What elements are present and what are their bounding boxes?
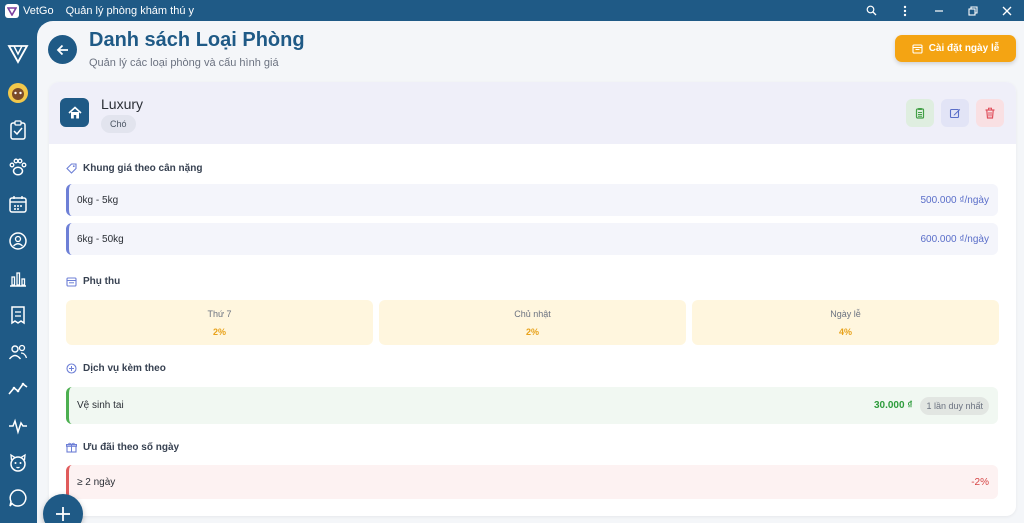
chat-icon[interactable] xyxy=(6,486,30,510)
sidebar-home-logo-icon[interactable] xyxy=(6,41,30,65)
holiday-settings-label: Cài đặt ngày lễ xyxy=(928,43,1000,54)
app-logo-icon xyxy=(5,3,19,18)
surcharge-label: Chủ nhật xyxy=(514,308,551,319)
weight-price: 500.000 ₫/ngày xyxy=(920,194,989,206)
weight-price-row: 6kg - 50kg 600.000 ₫/ngày xyxy=(66,223,998,255)
discount-value: -2% xyxy=(971,476,989,488)
room-type-card: Luxury Chó Khung giá theo cân nặng 0kg -… xyxy=(49,82,1016,516)
page-title: Danh sách Loại Phòng xyxy=(89,29,305,51)
home-icon xyxy=(60,98,89,127)
weight-range: 6kg - 50kg xyxy=(77,233,124,245)
users-icon[interactable] xyxy=(6,340,30,364)
service-price: 30.000 ₫ xyxy=(873,400,913,411)
window-subtitle: Quản lý phòng khám thú y xyxy=(65,4,194,17)
section-services: Dịch vụ kèm theo xyxy=(66,363,166,374)
more-menu-icon[interactable] xyxy=(888,0,922,21)
surcharge-value: 4% xyxy=(838,326,852,337)
surcharge-label: Ngày lễ xyxy=(830,308,861,319)
discount-row: ≥ 2 ngày -2% xyxy=(66,465,998,499)
plus-circle-icon xyxy=(66,363,77,374)
discount-condition: ≥ 2 ngày xyxy=(77,476,116,488)
section-discounts: Ưu đãi theo số ngày xyxy=(66,442,179,453)
calendar-icon xyxy=(912,44,923,54)
back-button[interactable] xyxy=(48,35,77,64)
receipt-icon[interactable] xyxy=(6,303,30,327)
delete-button[interactable] xyxy=(976,99,1004,127)
section-discounts-title: Ưu đãi theo số ngày xyxy=(83,442,180,453)
surcharge-value: 2% xyxy=(212,326,226,337)
clipboard-check-icon[interactable] xyxy=(6,118,30,142)
edit-icon xyxy=(949,108,961,119)
weight-price-row: 0kg - 5kg 500.000 ₫/ngày xyxy=(66,184,998,216)
app-name: VetGo xyxy=(23,4,54,17)
edit-button[interactable] xyxy=(941,99,969,127)
surcharge-card-saturday: Thứ 7 2% xyxy=(66,300,373,345)
minimize-icon[interactable] xyxy=(922,0,956,21)
section-weight-pricing-title: Khung giá theo cân nặng xyxy=(83,163,203,174)
sidebar xyxy=(0,21,37,523)
calendar-icon[interactable] xyxy=(6,192,30,216)
section-surcharge-title: Phụ thu xyxy=(83,276,121,287)
pet-face-icon[interactable] xyxy=(6,451,30,475)
title-bar: VetGo Quản lý phòng khám thú y xyxy=(0,0,1024,21)
clipboard-icon xyxy=(915,108,925,119)
holiday-settings-button[interactable]: Cài đặt ngày lễ xyxy=(895,35,1016,62)
calendar-icon xyxy=(66,277,77,287)
trash-icon xyxy=(985,107,995,119)
weight-range: 0kg - 5kg xyxy=(77,194,119,206)
copy-button[interactable] xyxy=(906,99,934,127)
paw-icon[interactable] xyxy=(6,155,30,179)
arrow-left-icon xyxy=(56,44,68,55)
section-weight-pricing: Khung giá theo cân nặng xyxy=(66,163,202,174)
trend-line-icon[interactable] xyxy=(6,377,30,401)
restore-icon[interactable] xyxy=(956,0,990,21)
close-icon[interactable] xyxy=(990,0,1024,21)
avatar[interactable] xyxy=(6,81,30,105)
main-content: Danh sách Loại Phòng Quản lý các loại ph… xyxy=(37,21,1024,523)
room-card-header: Luxury Chó xyxy=(49,82,1016,144)
gift-icon xyxy=(66,442,77,453)
search-user-icon[interactable] xyxy=(6,229,30,253)
service-row: Vệ sinh tai 30.000 ₫ 1 lần duy nhất xyxy=(66,387,998,424)
surcharge-card-holiday: Ngày lễ 4% xyxy=(692,300,999,345)
pet-type-tag: Chó xyxy=(101,115,136,133)
bar-chart-icon[interactable] xyxy=(6,266,30,290)
weight-price: 600.000 ₫/ngày xyxy=(920,233,989,245)
surcharge-value: 2% xyxy=(525,326,539,337)
service-name: Vệ sinh tai xyxy=(77,400,124,411)
section-services-title: Dịch vụ kèm theo xyxy=(83,363,166,374)
plus-icon xyxy=(56,507,70,521)
zoom-icon[interactable] xyxy=(854,0,888,21)
room-name: Luxury xyxy=(101,96,144,112)
surcharge-card-sunday: Chủ nhật 2% xyxy=(379,300,686,345)
surcharge-label: Thứ 7 xyxy=(207,308,232,319)
service-frequency-badge: 1 lần duy nhất xyxy=(920,396,989,415)
page-subtitle: Quản lý các loại phòng và cấu hình giá xyxy=(89,57,279,69)
pulse-icon[interactable] xyxy=(6,414,30,438)
section-surcharge: Phụ thu xyxy=(66,276,120,287)
tag-icon xyxy=(66,163,77,174)
